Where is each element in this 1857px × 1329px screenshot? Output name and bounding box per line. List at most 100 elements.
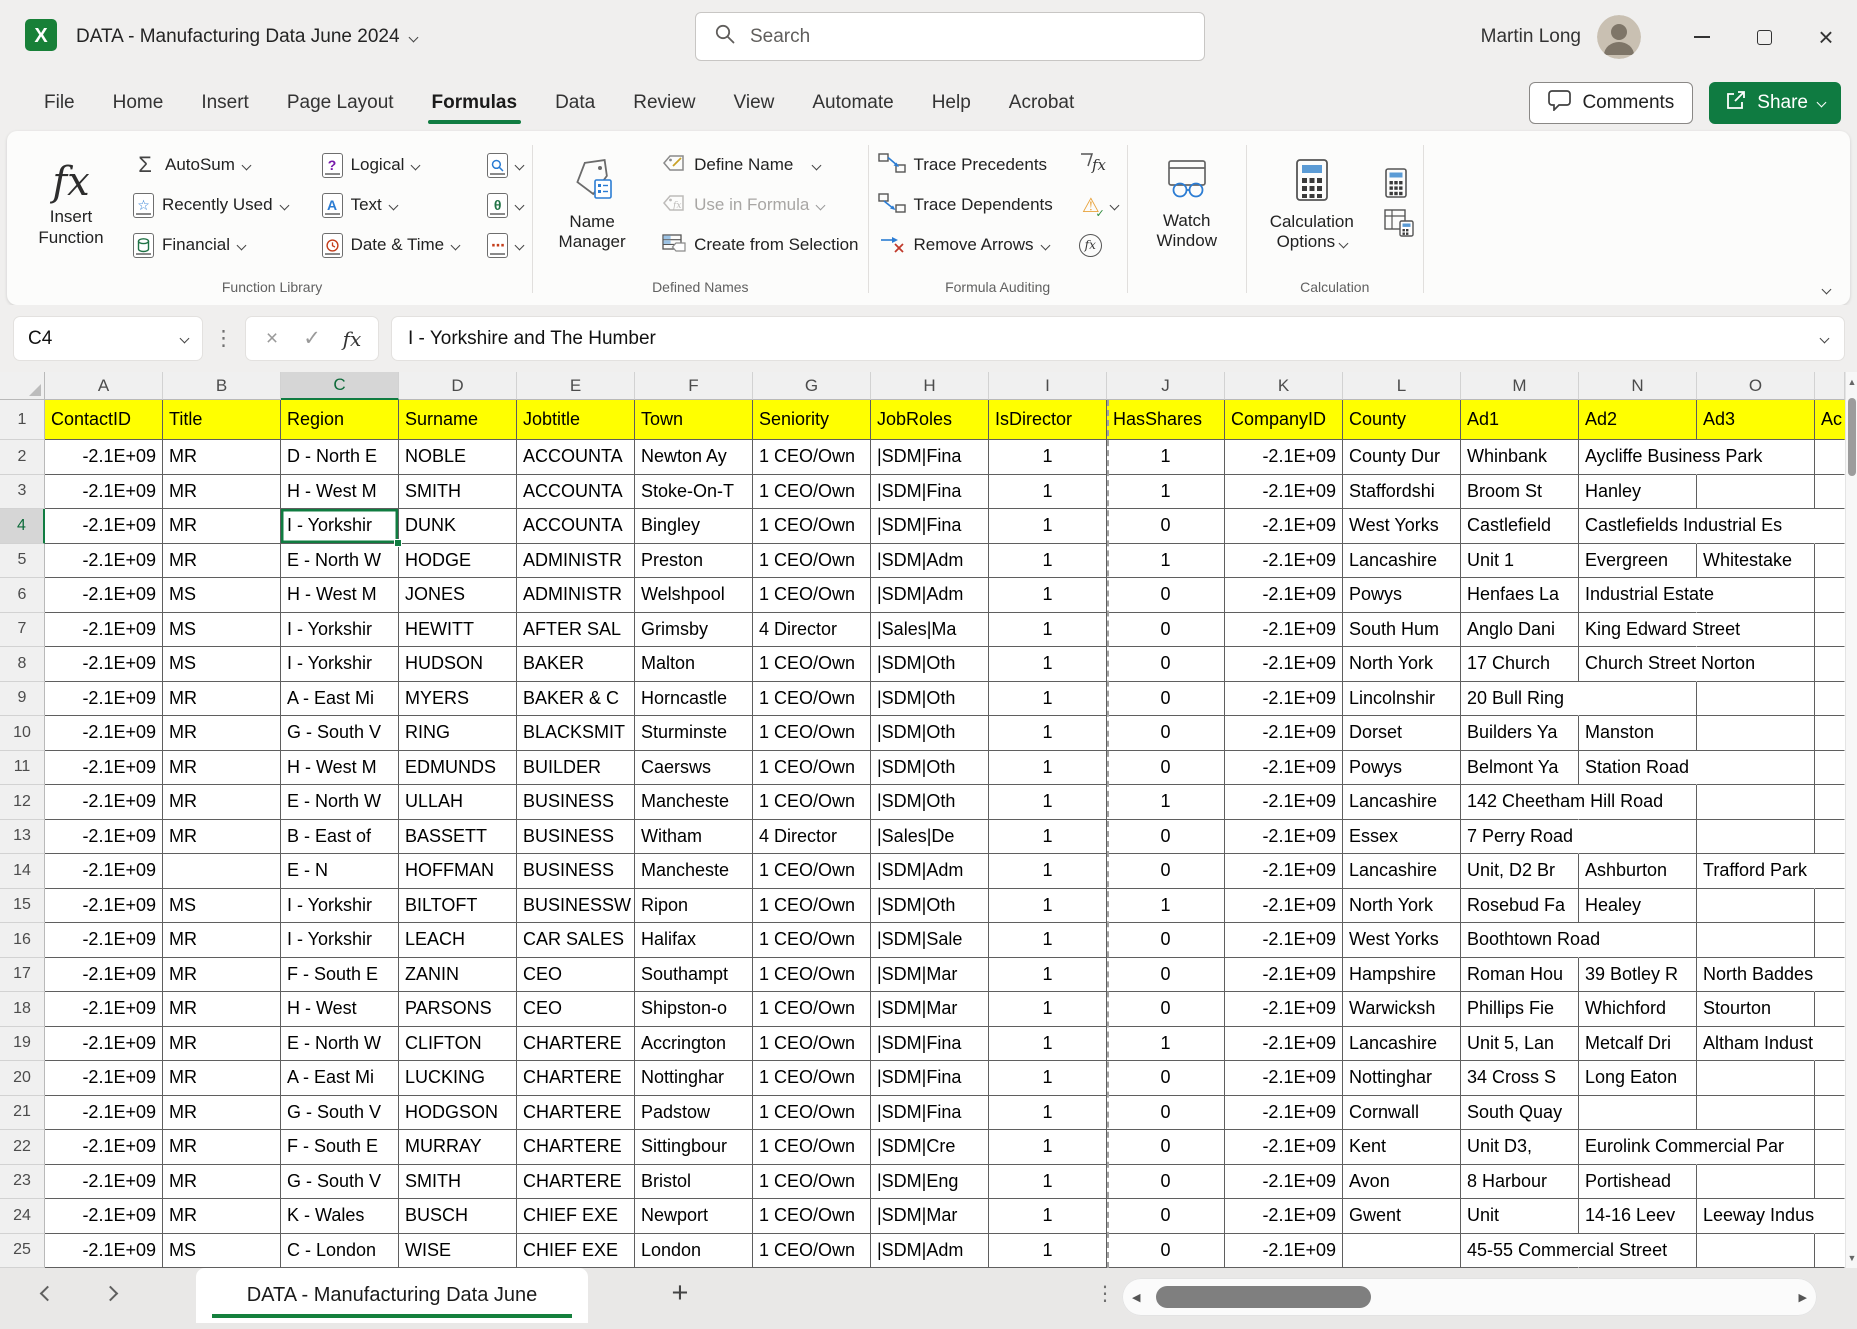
text-button[interactable]: A Text <box>316 185 466 225</box>
grid-cell[interactable] <box>1815 613 1845 648</box>
grid-cell[interactable]: 142 Cheetham Hill Road <box>1461 785 1579 820</box>
grid-cell[interactable]: -2.1E+09 <box>1225 889 1343 924</box>
grid-cell[interactable]: 1 <box>989 923 1107 958</box>
grid-cell[interactable]: 0 <box>1107 1096 1225 1131</box>
grid-cell[interactable]: BUSINESSW <box>517 889 635 924</box>
grid-cell[interactable]: Shipston-o <box>635 992 753 1027</box>
column-header-G[interactable]: G <box>753 372 871 400</box>
row-header-11[interactable]: 11 <box>0 751 45 786</box>
grid-cell[interactable]: South Quay <box>1461 1096 1579 1131</box>
grid-cell[interactable]: 0 <box>1107 613 1225 648</box>
grid-cell[interactable]: |SDM|Adm <box>871 854 989 889</box>
grid-cell[interactable]: |SDM|Adm <box>871 1234 989 1269</box>
grid-cell[interactable]: Nottinghar <box>1343 1061 1461 1096</box>
grid-cell[interactable]: 1 CEO/Own <box>753 958 871 993</box>
grid-cell[interactable] <box>1815 820 1845 855</box>
tab-formulas[interactable]: Formulas <box>416 84 534 122</box>
grid-cell[interactable]: North York <box>1343 889 1461 924</box>
grid-cell[interactable]: Bingley <box>635 509 753 544</box>
scroll-right-icon[interactable]: ▶ <box>1799 1291 1807 1304</box>
grid-cell[interactable]: 8 Harbour <box>1461 1165 1579 1200</box>
row-header-10[interactable]: 10 <box>0 716 45 751</box>
grid-cell[interactable]: Unit 5, Lan <box>1461 1027 1579 1062</box>
avatar[interactable] <box>1597 15 1641 59</box>
grid-cell[interactable]: MR <box>163 958 281 993</box>
grid-cell[interactable]: CHARTERE <box>517 1130 635 1165</box>
grid-cell[interactable] <box>1815 1061 1845 1096</box>
grid-cell[interactable]: MR <box>163 682 281 717</box>
grid-cell[interactable]: ADMINISTR <box>517 578 635 613</box>
grid-cell[interactable]: |SDM|Oth <box>871 889 989 924</box>
grid-cell[interactable]: C - London <box>281 1234 399 1269</box>
grid-cell[interactable]: Newton Ay <box>635 440 753 475</box>
grid-cell[interactable]: -2.1E+09 <box>45 992 163 1027</box>
grid-cell[interactable]: Industrial Estate <box>1579 578 1697 613</box>
grid-cell[interactable]: Lancashire <box>1343 785 1461 820</box>
header-cell-I[interactable]: IsDirector <box>989 400 1107 440</box>
grid-cell[interactable]: Bristol <box>635 1165 753 1200</box>
grid-cell[interactable]: HOFFMAN <box>399 854 517 889</box>
row-header-15[interactable]: 15 <box>0 889 45 924</box>
grid-cell[interactable]: |SDM|Mar <box>871 992 989 1027</box>
grid-cell[interactable]: 1 <box>1107 440 1225 475</box>
grid-cell[interactable]: D - North E <box>281 440 399 475</box>
calculation-options-button[interactable]: Calculation Options <box>1250 156 1374 255</box>
grid-cell[interactable] <box>1697 923 1815 958</box>
row-header-21[interactable]: 21 <box>0 1096 45 1131</box>
grid-cell[interactable]: 1 <box>989 1234 1107 1269</box>
row-header-8[interactable]: 8 <box>0 647 45 682</box>
grid-cell[interactable] <box>1815 958 1845 993</box>
grid-cell[interactable]: Whitestake <box>1697 544 1815 579</box>
grid-cell[interactable]: |Sales|De <box>871 820 989 855</box>
grid-cell[interactable] <box>1579 820 1697 855</box>
grid-cell[interactable]: LUCKING <box>399 1061 517 1096</box>
grid-cell[interactable]: |SDM|Oth <box>871 716 989 751</box>
grid-cell[interactable]: 0 <box>1107 682 1225 717</box>
comments-button[interactable]: Comments <box>1529 82 1693 124</box>
grid-cell[interactable]: 1 CEO/Own <box>753 1165 871 1200</box>
grid-cell[interactable] <box>1815 475 1845 510</box>
grid-cell[interactable]: Lincolnshir <box>1343 682 1461 717</box>
grid-cell[interactable]: E - North W <box>281 544 399 579</box>
row-header-5[interactable]: 5 <box>0 544 45 579</box>
grid-cell[interactable]: HODGE <box>399 544 517 579</box>
grid-cell[interactable]: ULLAH <box>399 785 517 820</box>
grid-cell[interactable]: 14-16 Leev <box>1579 1199 1697 1234</box>
financial-button[interactable]: Financial <box>127 225 294 265</box>
grid-cell[interactable] <box>1697 785 1815 820</box>
grid-cell[interactable]: Roman Hou <box>1461 958 1579 993</box>
grid-cell[interactable]: 1 <box>989 1061 1107 1096</box>
grid-cell[interactable]: -2.1E+09 <box>1225 1234 1343 1269</box>
grid-cell[interactable]: 1 CEO/Own <box>753 854 871 889</box>
grid-cell[interactable]: 34 Cross S <box>1461 1061 1579 1096</box>
grid-cell[interactable]: CEO <box>517 958 635 993</box>
grid-cell[interactable]: A - East Mi <box>281 682 399 717</box>
grid-cell[interactable]: 45-55 Commercial Street <box>1461 1234 1579 1269</box>
grid-cell[interactable]: -2.1E+09 <box>45 785 163 820</box>
grid-cell[interactable]: Lancashire <box>1343 1027 1461 1062</box>
row-header-20[interactable]: 20 <box>0 1061 45 1096</box>
grid-cell[interactable]: 1 <box>989 613 1107 648</box>
grid-cell[interactable]: South Hum <box>1343 613 1461 648</box>
grid-cell[interactable]: Manston <box>1579 716 1697 751</box>
grid-cell[interactable] <box>1815 751 1845 786</box>
grid-cell[interactable] <box>1579 682 1697 717</box>
grid-cell[interactable]: Welshpool <box>635 578 753 613</box>
grid-cell[interactable]: MURRAY <box>399 1130 517 1165</box>
grid-cell[interactable]: 0 <box>1107 820 1225 855</box>
grid-cell[interactable]: BLACKSMIT <box>517 716 635 751</box>
grid-cell[interactable]: |SDM|Eng <box>871 1165 989 1200</box>
grid-cell[interactable]: Portishead <box>1579 1165 1697 1200</box>
tab-review[interactable]: Review <box>617 84 711 122</box>
grid-cell[interactable]: 1 <box>1107 475 1225 510</box>
grid-cell[interactable]: Powys <box>1343 578 1461 613</box>
grid-cell[interactable]: Whichford <box>1579 992 1697 1027</box>
grid-cell[interactable]: EDMUNDS <box>399 751 517 786</box>
row-header-22[interactable]: 22 <box>0 1130 45 1165</box>
grid-cell[interactable]: |SDM|Adm <box>871 544 989 579</box>
grid-cell[interactable]: Ashburton <box>1579 854 1697 889</box>
grid-cell[interactable]: 1 <box>989 647 1107 682</box>
grid-cell[interactable]: NOBLE <box>399 440 517 475</box>
grid-cell[interactable]: 1 <box>989 820 1107 855</box>
column-header-B[interactable]: B <box>163 372 281 400</box>
